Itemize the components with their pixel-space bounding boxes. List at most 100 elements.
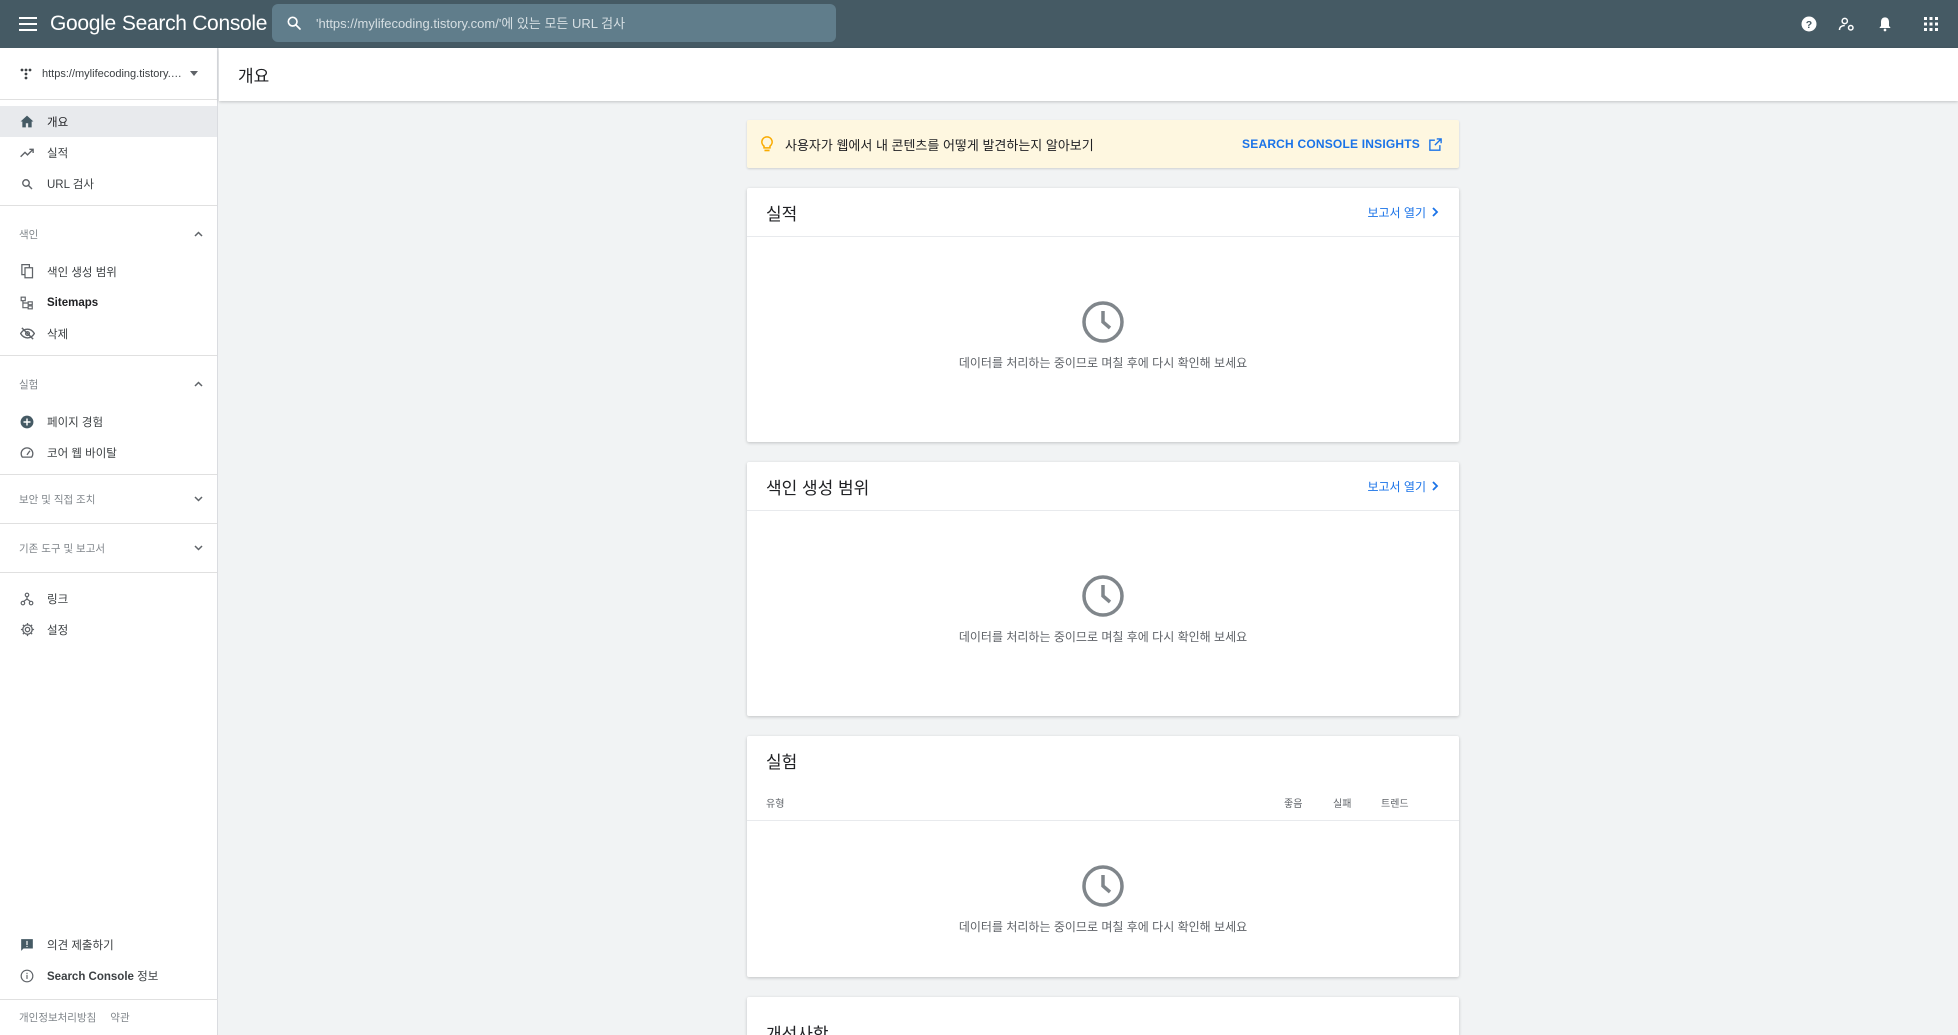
url-inspection-search [272,4,836,42]
chevron-right-icon [1432,481,1439,491]
column-trend: 트렌드 [1381,799,1409,810]
sidebar-item-overview[interactable]: 개요 [0,106,217,137]
card-title: 실적 [766,204,798,224]
sidebar-item-label: 실적 [47,147,69,160]
info-icon [19,968,35,984]
sidebar-item-feedback[interactable]: 의견 제출하기 [0,929,218,960]
section-security-toggle[interactable]: 보안 및 직접 조치 [0,481,217,517]
terms-link[interactable]: 약관 [110,1010,129,1025]
section-label: 기존 도구 및 보고서 [19,542,106,555]
bell-icon [1879,17,1891,32]
column-fail: 실패 [1333,799,1352,810]
sidebar-item-about[interactable]: Search Console 정보 [0,960,218,991]
experience-table-header: 유형 좋음 실패 트렌드 [747,785,1459,821]
about-label-rest: 정보 [133,970,159,983]
sidebar-item-page-experience[interactable]: 페이지 경험 [0,406,217,437]
section-label: 실험 [19,378,39,391]
open-in-new-icon [1429,137,1442,151]
section-experience-toggle[interactable]: 실험 [0,362,217,406]
feedback-icon [19,937,35,953]
user-settings-button[interactable] [1828,0,1866,48]
speed-icon [19,445,35,461]
about-label-bold: Search Console [47,970,134,983]
visibility-off-icon [19,326,35,342]
trending-up-icon [19,145,35,161]
divider [0,474,217,475]
dropdown-arrow-icon [190,71,198,76]
performance-card: 실적 보고서 열기 데이터를 처리하는 중이므로 며칠 후에 다시 확인해 보세… [747,188,1459,442]
sidebar-item-sitemaps[interactable]: Sitemaps [0,287,217,318]
tistory-site-icon [20,68,32,79]
svg-text:?: ? [1806,19,1812,31]
sidebar-item-links[interactable]: 링크 [0,583,217,614]
search-icon [19,176,35,192]
sidebar-item-label: Search Console 정보 [47,968,158,984]
divider [0,572,217,573]
menu-icon [19,17,37,31]
insights-banner: 사용자가 웹에서 내 콘텐츠를 어떻게 발견하는지 알아보기 SEARCH CO… [747,120,1459,168]
page-title: 개요 [219,48,1958,101]
pending-message: 데이터를 처리하는 중이므로 며칠 후에 다시 확인해 보세요 [958,630,1248,644]
sidebar-bottom: 의견 제출하기 Search Console 정보 개인정보처리방침 약관 [0,929,218,1035]
sidebar-item-coverage[interactable]: 색인 생성 범위 [0,256,217,287]
manage-accounts-icon [1838,17,1854,31]
sitemap-icon [19,295,35,311]
help-icon: ? [1801,16,1817,32]
help-button[interactable]: ? [1790,0,1828,48]
section-index-toggle[interactable]: 색인 [0,212,217,256]
top-actions: ? [1790,0,1958,48]
sidebar-item-performance[interactable]: 실적 [0,137,217,168]
sidebar-item-url-inspection[interactable]: URL 검사 [0,168,217,199]
pending-message: 데이터를 처리하는 중이므로 며칠 후에 다시 확인해 보세요 [958,919,1248,934]
card-title: 개선사항 [766,1025,829,1035]
chevron-down-icon [194,545,203,551]
sidebar-item-core-web-vitals[interactable]: 코어 웹 바이탈 [0,437,217,468]
card-title: 실험 [766,753,798,772]
section-legacy-toggle[interactable]: 기존 도구 및 보고서 [0,530,217,566]
notifications-button[interactable] [1866,0,1904,48]
chevron-right-icon [1432,207,1439,217]
search-icon[interactable] [272,15,316,31]
property-url: https://mylifecoding.tistory.c... [42,67,182,80]
lightbulb-icon [761,135,773,151]
column-type: 유형 [766,799,785,810]
section-label: 색인 [19,228,39,241]
open-report-link[interactable]: 보고서 열기 [1367,478,1439,495]
sidebar-item-label: 의견 제출하기 [47,939,114,952]
coverage-card: 색인 생성 범위 보고서 열기 데이터를 처리하는 중이므로 며칠 후에 다시 … [747,462,1459,716]
apps-button[interactable] [1904,0,1958,48]
sidebar-item-label: 개요 [47,116,69,129]
sidebar-item-label: 설정 [47,624,69,637]
sidebar: https://mylifecoding.tistory.c... 개요 실적 … [0,48,218,1035]
home-icon [19,114,35,130]
sidebar-footer: 개인정보처리방침 약관 [0,999,218,1035]
open-report-label: 보고서 열기 [1367,479,1426,494]
divider [0,205,217,206]
search-input[interactable] [316,15,836,31]
clock-icon [1082,575,1124,617]
insights-link-label: SEARCH CONSOLE INSIGHTS [1242,137,1420,151]
chevron-up-icon [194,381,203,387]
property-selector[interactable]: https://mylifecoding.tistory.c... [0,48,217,100]
enhancements-card: 개선사항 [747,997,1459,1035]
clock-icon [1082,301,1124,343]
sidebar-item-label: 링크 [47,593,69,606]
insights-message: 사용자가 웹에서 내 콘텐츠를 어떻게 발견하는지 알아보기 [785,137,1094,153]
privacy-link[interactable]: 개인정보처리방침 [19,1010,96,1025]
sidebar-item-settings[interactable]: 설정 [0,614,217,645]
clock-icon [1082,864,1124,907]
sidebar-item-label: URL 검사 [47,178,94,191]
settings-icon [19,622,35,638]
sidebar-item-removals[interactable]: 삭제 [0,318,217,349]
sidebar-item-label: Sitemaps [47,296,99,309]
card-title: 색인 생성 범위 [766,478,870,498]
open-report-link[interactable]: 보고서 열기 [1367,204,1439,221]
chevron-up-icon [194,231,203,237]
pending-message: 데이터를 처리하는 중이므로 며칠 후에 다시 확인해 보세요 [958,356,1248,370]
brand-product: Search Console [121,12,268,35]
section-label: 보안 및 직접 조치 [19,493,96,506]
search-console-insights-link[interactable]: SEARCH CONSOLE INSIGHTS [1242,137,1443,152]
experience-card: 실험 유형 좋음 실패 트렌드 데이터를 처리하는 중이므로 며칠 후에 다시 … [747,736,1459,977]
app-logo[interactable]: Google Search Console [50,12,267,36]
main-menu-button[interactable] [0,0,56,48]
